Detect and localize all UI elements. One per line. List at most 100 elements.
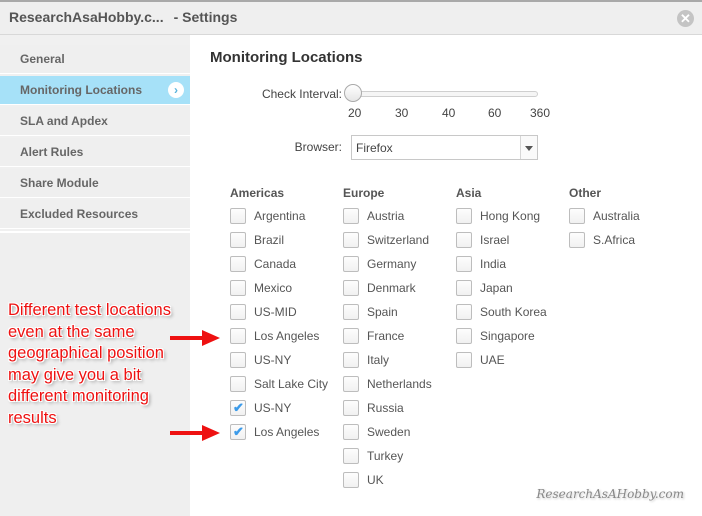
location-checkbox[interactable]: ✔ [230, 400, 246, 416]
region-asia: Asia Hong Kong Israel India Japan South Korea… [456, 186, 547, 374]
sidebar-item-general[interactable]: General [0, 45, 190, 74]
location-option[interactable]: Netherlands [343, 374, 432, 398]
location-checkbox[interactable] [343, 448, 359, 464]
sidebar-item-alert-rules[interactable]: Alert Rules [0, 138, 190, 167]
close-icon[interactable]: ✕ [677, 10, 694, 27]
location-checkbox[interactable] [230, 352, 246, 368]
location-option[interactable]: US-MID [230, 302, 297, 326]
browser-label: Browser: [294, 140, 342, 154]
region-europe: Europe Austria Switzerland Germany Denmark Sp… [343, 186, 432, 494]
slider-tick-label: 360 [530, 106, 551, 120]
location-checkbox[interactable] [230, 232, 246, 248]
location-option[interactable]: ✔ Los Angeles [230, 422, 319, 446]
location-checkbox[interactable] [230, 304, 246, 320]
location-checkbox[interactable] [456, 208, 472, 224]
location-checkbox[interactable] [343, 256, 359, 272]
location-label: Australia [593, 209, 640, 223]
location-checkbox[interactable] [230, 280, 246, 296]
location-option[interactable]: Sweden [343, 422, 410, 446]
location-option[interactable]: Spain [343, 302, 398, 326]
location-option[interactable]: Hong Kong [456, 206, 540, 230]
check-interval-slider[interactable] [350, 91, 538, 97]
sidebar-item-share-module[interactable]: Share Module [0, 169, 190, 198]
location-label: Italy [367, 353, 390, 367]
location-label: US-MID [254, 305, 297, 319]
location-label: Spain [367, 305, 398, 319]
location-checkbox[interactable] [343, 280, 359, 296]
check-interval-slider-handle[interactable] [344, 84, 362, 102]
location-label: Austria [367, 209, 405, 223]
location-label: Singapore [480, 329, 535, 343]
location-option[interactable]: France [343, 326, 404, 350]
location-option[interactable]: Argentina [230, 206, 305, 230]
location-checkbox[interactable] [456, 352, 472, 368]
location-option[interactable]: India [456, 254, 506, 278]
location-checkbox[interactable] [343, 352, 359, 368]
location-option[interactable]: Switzerland [343, 230, 429, 254]
location-checkbox[interactable] [343, 472, 359, 488]
dropdown-button[interactable] [520, 136, 537, 159]
location-checkbox[interactable] [456, 256, 472, 272]
location-checkbox[interactable] [230, 328, 246, 344]
location-option[interactable]: Israel [456, 230, 509, 254]
location-option[interactable]: Los Angeles [230, 326, 319, 350]
location-option[interactable]: Austria [343, 206, 404, 230]
sidebar-item-sla-apdex[interactable]: SLA and Apdex [0, 107, 190, 136]
location-option[interactable]: US-NY [230, 350, 291, 374]
region-heading: Asia [456, 186, 482, 200]
sidebar-item-excluded-resources[interactable]: Excluded Resources [0, 200, 190, 229]
location-label: Brazil [254, 233, 285, 247]
location-option[interactable]: Brazil [230, 230, 284, 254]
location-checkbox[interactable] [230, 208, 246, 224]
browser-select[interactable]: Firefox [351, 135, 538, 160]
location-option[interactable]: Denmark [343, 278, 416, 302]
location-option[interactable]: Australia [569, 206, 640, 230]
location-checkbox[interactable] [343, 376, 359, 392]
location-option[interactable]: Salt Lake City [230, 374, 328, 398]
location-option[interactable]: Singapore [456, 326, 535, 350]
region-other: Other Australia S.Africa [569, 186, 640, 254]
slider-tick-label: 60 [488, 106, 502, 120]
location-label: S.Africa [593, 233, 636, 247]
location-option[interactable]: South Korea [456, 302, 547, 326]
location-option[interactable]: Russia [343, 398, 404, 422]
location-checkbox[interactable] [456, 304, 472, 320]
location-option[interactable]: Canada [230, 254, 296, 278]
location-label: US-NY [254, 401, 292, 415]
location-checkbox[interactable] [456, 280, 472, 296]
location-checkbox[interactable]: ✔ [230, 424, 246, 440]
main-panel: Monitoring Locations Check Interval: 20 … [190, 35, 702, 516]
location-option[interactable]: UK [343, 470, 384, 494]
location-checkbox[interactable] [456, 328, 472, 344]
sidebar-item-monitoring-locations[interactable]: Monitoring Locations › [0, 76, 190, 105]
location-checkbox[interactable] [230, 376, 246, 392]
sidebar-item-label: SLA and Apdex [20, 114, 108, 128]
location-option[interactable]: ✔ US-NY [230, 398, 291, 422]
window-titlebar: ResearchAsaHobby.c... - Settings ✕ [0, 0, 702, 35]
location-checkbox[interactable] [230, 256, 246, 272]
location-checkbox[interactable] [569, 208, 585, 224]
location-label: Canada [254, 257, 297, 271]
location-option[interactable]: Mexico [230, 278, 292, 302]
location-checkbox[interactable] [343, 424, 359, 440]
location-checkbox[interactable] [343, 304, 359, 320]
slider-tick-label: 40 [442, 106, 456, 120]
location-option[interactable]: Germany [343, 254, 416, 278]
location-label: Japan [480, 281, 513, 295]
page-title: Monitoring Locations [210, 49, 363, 66]
location-option[interactable]: Turkey [343, 446, 403, 470]
location-option[interactable]: UAE [456, 350, 505, 374]
location-checkbox[interactable] [569, 232, 585, 248]
location-checkbox[interactable] [343, 208, 359, 224]
sidebar-item-label: Alert Rules [20, 145, 84, 159]
location-option[interactable]: Japan [456, 278, 513, 302]
location-option[interactable]: Italy [343, 350, 389, 374]
location-label: UAE [480, 353, 505, 367]
location-checkbox[interactable] [343, 328, 359, 344]
browser-select-value: Firefox [356, 141, 393, 155]
chevron-down-icon [525, 146, 533, 151]
location-checkbox[interactable] [456, 232, 472, 248]
location-checkbox[interactable] [343, 400, 359, 416]
location-checkbox[interactable] [343, 232, 359, 248]
location-option[interactable]: S.Africa [569, 230, 635, 254]
